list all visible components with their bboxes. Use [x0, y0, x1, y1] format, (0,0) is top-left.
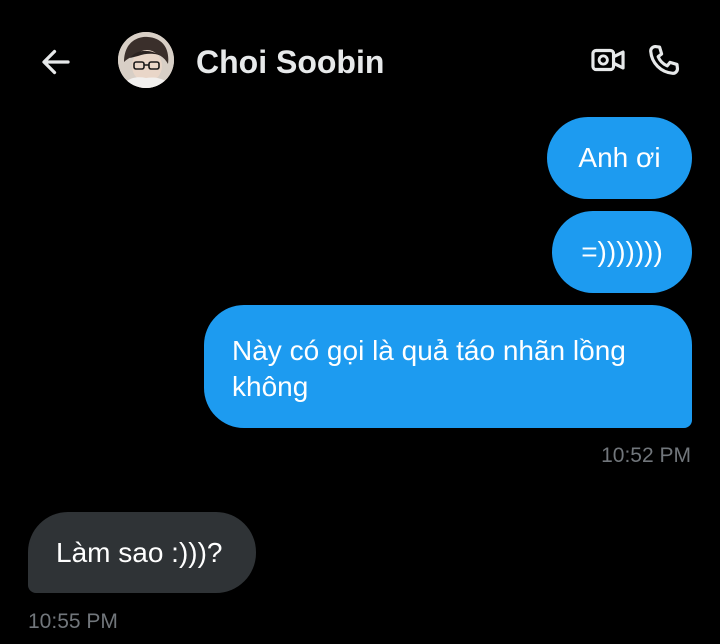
- message-bubble-outgoing[interactable]: Này có gọi là quả táo nhãn lồng không: [204, 305, 692, 428]
- message-bubble-incoming[interactable]: Làm sao :)))?: [28, 512, 256, 593]
- back-button[interactable]: [34, 40, 78, 84]
- voice-call-button[interactable]: [642, 38, 686, 82]
- avatar[interactable]: [118, 32, 174, 88]
- message-timestamp: 10:55 PM: [28, 610, 118, 633]
- phone-icon: [649, 44, 680, 75]
- arrow-left-icon: [42, 49, 70, 75]
- message-bubble-outgoing[interactable]: =))))))): [552, 211, 692, 293]
- message-text: Làm sao :)))?: [56, 537, 223, 568]
- avatar-image: [118, 32, 174, 88]
- message-text: =))))))): [581, 236, 663, 267]
- message-timestamp: 10:52 PM: [601, 444, 691, 467]
- message-text: Anh ơi: [578, 142, 661, 173]
- message-text: Này có gọi là quả táo nhãn lồng không: [232, 335, 626, 402]
- video-call-button[interactable]: [586, 38, 630, 82]
- video-camera-icon: [591, 48, 625, 72]
- conversation-header: Choi Soobin: [0, 0, 720, 120]
- message-bubble-outgoing[interactable]: Anh ơi: [547, 117, 692, 199]
- contact-name[interactable]: Choi Soobin: [196, 42, 384, 82]
